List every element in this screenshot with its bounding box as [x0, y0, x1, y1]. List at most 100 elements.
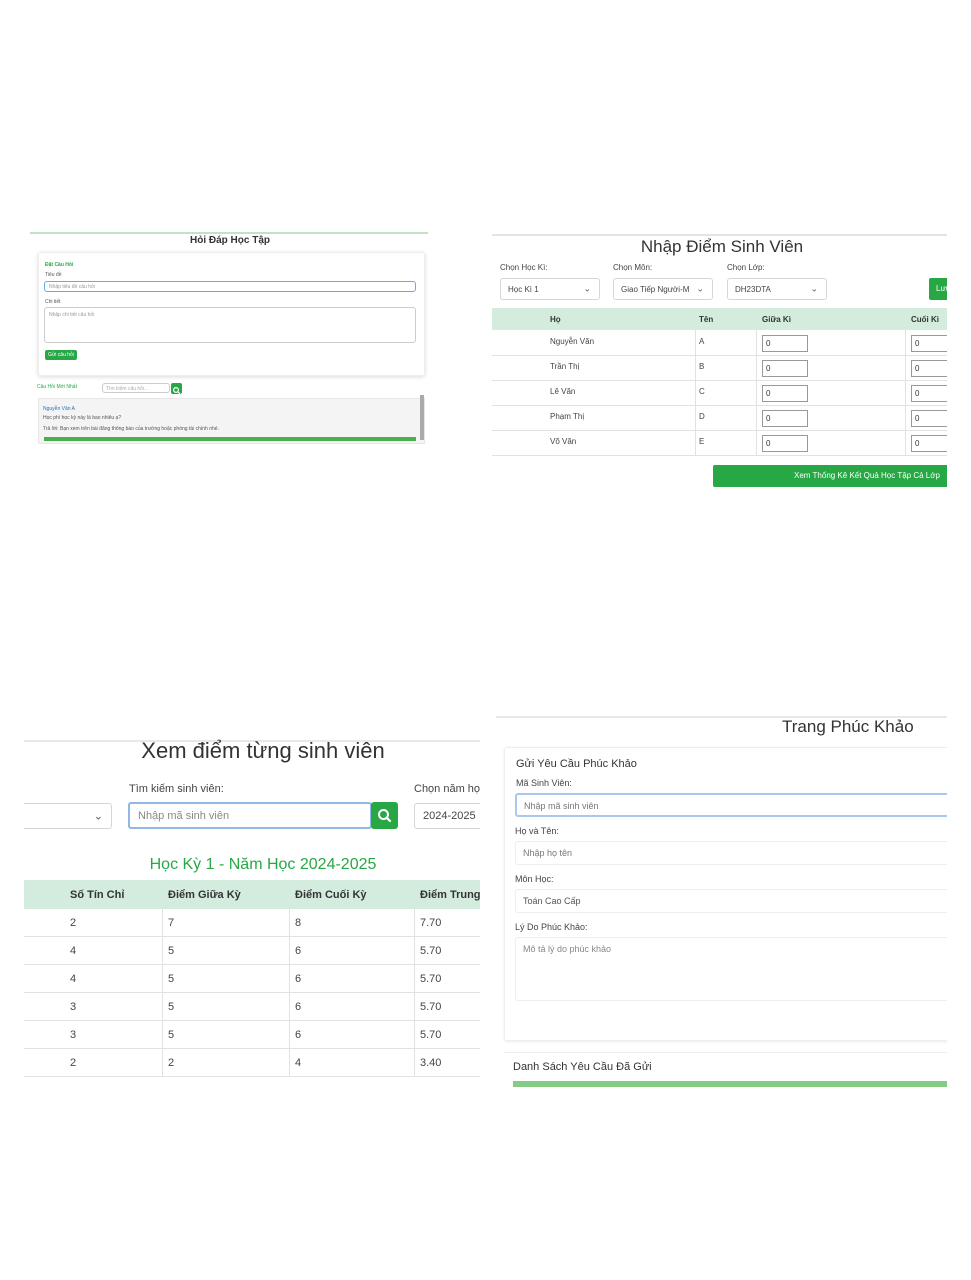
row-ten: A — [699, 337, 705, 346]
midterm-score-input[interactable]: 0 — [762, 335, 808, 352]
column-divider — [695, 330, 696, 456]
class-select[interactable]: DH23DTA ⌄ — [727, 278, 827, 300]
credits-cell: 2 — [70, 1057, 77, 1069]
midterm-score-input[interactable]: 0 — [762, 410, 808, 427]
question-search-input[interactable]: Tìm kiếm câu hỏi... — [102, 383, 170, 393]
row-divider — [492, 455, 947, 456]
row-divider — [492, 405, 947, 406]
subject-select[interactable]: Toán Cao Cấp — [515, 889, 947, 913]
student-id-placeholder: Nhập mã sinh viên — [524, 801, 599, 811]
chevron-down-icon: ⌄ — [93, 810, 103, 823]
final-score-input[interactable]: 0 — [911, 335, 947, 352]
search-student-label: Tìm kiếm sinh viên: — [129, 783, 224, 795]
subject-label: Chọn Môn: — [613, 263, 653, 272]
student-search-button[interactable] — [371, 802, 398, 829]
column-header-giua-ki: Giữa Kì — [762, 315, 791, 324]
row-divider — [24, 992, 480, 993]
final-cell: 6 — [295, 973, 302, 985]
column-divider — [756, 330, 757, 456]
row-ho: Phạm Thị — [550, 412, 585, 421]
class-value: DH23DTA — [735, 285, 771, 294]
final-score-input[interactable]: 0 — [911, 360, 947, 377]
chevron-down-icon: ⌄ — [583, 283, 591, 294]
column-header-final: Điểm Cuối Kỳ — [295, 889, 367, 901]
row-ho: Lê Văn — [550, 387, 576, 396]
column-header-cuoi-ki: Cuối Kì — [911, 315, 939, 324]
class-statistics-button[interactable]: Xem Thống Kê Kết Quả Học Tập Cả Lớp — [713, 465, 947, 487]
midterm-score-input[interactable]: 0 — [762, 360, 808, 377]
student-search-placeholder: Nhập mã sinh viên — [138, 810, 230, 822]
credits-cell: 4 — [70, 945, 77, 957]
semester-select[interactable]: Học Kì 1 ⌄ — [500, 278, 600, 300]
question-content-textarea[interactable]: Nhập chi tiết câu hỏi — [44, 307, 416, 343]
final-cell: 6 — [295, 1029, 302, 1041]
name-placeholder: Nhập họ tên — [523, 848, 573, 858]
subject-label: Môn Học: — [515, 874, 554, 884]
submit-question-button[interactable]: Gửi câu hỏi — [45, 350, 77, 360]
question-title-input[interactable]: Nhập tiêu đề câu hỏi — [44, 281, 416, 292]
list-item-bar — [44, 437, 416, 441]
midterm-cell: 7 — [168, 917, 175, 929]
row-divider — [492, 430, 947, 431]
average-cell: 7.70 — [420, 917, 442, 929]
average-cell: 5.70 — [420, 1029, 442, 1041]
student-search-input[interactable]: Nhập mã sinh viên — [128, 802, 372, 829]
name-input[interactable]: Nhập họ tên — [515, 841, 947, 865]
final-score-input[interactable]: 0 — [911, 410, 947, 427]
average-cell: 5.70 — [420, 945, 442, 957]
student-grades-title: Xem điểm từng sinh viên — [141, 738, 385, 763]
year-select[interactable]: 2024-2025 — [414, 803, 480, 829]
question-text: Học phí học kỳ này là bao nhiêu ạ? — [43, 415, 122, 421]
student-id-input[interactable]: Nhập mã sinh viên — [515, 793, 947, 817]
top-divider — [30, 232, 428, 234]
subject-value: Toán Cao Cấp — [523, 896, 581, 906]
title-label: Tiêu đề — [45, 272, 62, 278]
save-button[interactable]: Lưu — [929, 278, 947, 300]
column-header-ten: Tên — [699, 315, 714, 324]
appeal-form-heading: Gửi Yêu Cầu Phúc Khảo — [516, 758, 637, 770]
column-divider — [289, 909, 290, 1077]
final-cell: 6 — [295, 945, 302, 957]
row-ten: C — [699, 387, 705, 396]
question-search-button[interactable] — [171, 383, 182, 395]
row-ten: E — [699, 437, 705, 446]
credits-cell: 4 — [70, 973, 77, 985]
student-select[interactable]: ⌄ — [24, 803, 112, 829]
row-divider — [24, 1020, 480, 1021]
midterm-score-input[interactable]: 0 — [762, 385, 808, 402]
reason-label: Lý Do Phúc Khảo: — [515, 922, 588, 932]
row-divider — [24, 1076, 480, 1077]
student-id-label: Mã Sinh Viên: — [516, 778, 572, 788]
final-cell: 8 — [295, 917, 302, 929]
reason-textarea[interactable]: Mô tả lý do phúc khảo — [515, 937, 947, 1001]
row-divider — [492, 380, 947, 381]
qa-panel: Hỏi Đáp Học Tập Đặt Câu Hỏi Tiêu đề Nhập… — [30, 230, 430, 445]
column-divider — [162, 909, 163, 1077]
search-icon — [378, 809, 392, 823]
semester-heading: Học Kỳ 1 - Năm Học 2024-2025 — [149, 856, 377, 873]
sent-requests-heading: Danh Sách Yêu Cầu Đã Gửi — [513, 1061, 652, 1073]
final-score-input[interactable]: 0 — [911, 435, 947, 452]
year-label: Chọn năm họ — [414, 783, 480, 795]
row-ho: Võ Văn — [550, 437, 577, 446]
name-label: Họ và Tên: — [515, 826, 559, 836]
grade-entry-panel: Nhập Điểm Sinh Viên Chọn Học Kì: Học Kì … — [492, 232, 947, 492]
sent-requests-bar — [513, 1081, 947, 1087]
question-author: Nguyễn Văn A — [43, 406, 75, 412]
row-ho: Trần Thị — [550, 362, 580, 371]
column-divider — [905, 330, 906, 456]
ask-question-card: Đặt Câu Hỏi Tiêu đề Nhập tiêu đề câu hỏi… — [38, 252, 425, 376]
average-cell: 5.70 — [420, 1001, 442, 1013]
question-list-scrollbar[interactable] — [420, 395, 424, 440]
appeal-panel: Trang Phúc Khảo Gửi Yêu Cầu Phúc Khảo Mã… — [496, 714, 947, 1094]
row-divider — [492, 355, 947, 356]
content-label: Chi tiết — [45, 299, 61, 305]
midterm-score-input[interactable]: 0 — [762, 435, 808, 452]
final-score-input[interactable]: 0 — [911, 385, 947, 402]
subject-select[interactable]: Giao Tiếp Người-M ⌄ — [613, 278, 713, 300]
answer-text: Trả lời: Bạn xem trên bài đăng thông báo… — [43, 426, 219, 432]
class-label: Chọn Lớp: — [727, 263, 765, 272]
question-title-placeholder: Nhập tiêu đề câu hỏi — [49, 284, 95, 290]
credits-cell: 2 — [70, 917, 77, 929]
credits-cell: 3 — [70, 1029, 77, 1041]
